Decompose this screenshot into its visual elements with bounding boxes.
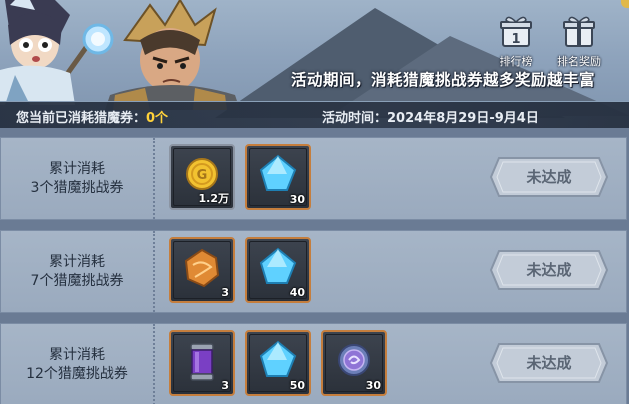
consumed-count-value: 0个 (146, 111, 169, 126)
event-time-label: 活动时间： (322, 111, 388, 126)
event-panel: 1 排行榜 排名奖励 活动期间，消耗猎魔挑战券越多奖励越丰富 您当前已消耗猎魔券… (0, 0, 629, 404)
claim-status-button[interactable]: 未达成 (489, 249, 609, 291)
reward-quantity: 40 (289, 286, 305, 299)
reward-item-slot[interactable]: G 1.2万 (169, 144, 235, 210)
tier-condition: 累计消耗 7个猎魔挑战券 (1, 231, 155, 312)
reward-quantity: 3 (221, 286, 229, 299)
event-time-value: 2024年8月29日-9月4日 (387, 111, 539, 126)
svg-text:G: G (197, 168, 208, 183)
event-slogan: 活动期间，消耗猎魔挑战券越多奖励越丰富 (290, 71, 595, 89)
claim-status-button[interactable]: 未达成 (489, 342, 609, 384)
reward-item-slot[interactable]: 3 (169, 330, 235, 396)
rank-reward-button-label: 排名奖励 (557, 55, 601, 68)
reward-item-slot[interactable]: 3 (169, 237, 235, 303)
reward-tier-row: 累计消耗 7个猎魔挑战券 3 40 未达成 (0, 230, 627, 313)
tier-condition-line2: 7个猎魔挑战券 (30, 272, 124, 289)
ranking-gift-icon: 1 (500, 16, 532, 47)
consumed-count: 您当前已消耗猎魔券：0个 (16, 107, 168, 126)
reward-tier-row: 累计消耗 3个猎魔挑战券 G 1.2万 30 未达成 (0, 137, 627, 220)
tier-condition-line2: 3个猎魔挑战券 (30, 179, 124, 196)
tier-condition-line1: 累计消耗 (49, 160, 105, 177)
rank-reward-button[interactable]: 排名奖励 (554, 14, 604, 70)
reward-item-slot[interactable]: 50 (245, 330, 311, 396)
claim-status-label: 未达成 (526, 261, 572, 279)
tier-condition: 累计消耗 12个猎魔挑战券 (1, 324, 155, 404)
tier-condition-line2: 12个猎魔挑战券 (26, 365, 128, 382)
ranking-button-label: 排行榜 (499, 55, 533, 68)
claim-status-label: 未达成 (526, 354, 572, 372)
reward-item-slot[interactable]: 30 (245, 144, 311, 210)
reward-gift-icon (563, 16, 595, 47)
claim-status-label: 未达成 (526, 168, 572, 186)
reward-item-slot[interactable]: 40 (245, 237, 311, 303)
corner-ornament (621, 0, 629, 8)
reward-quantity: 3 (221, 379, 229, 392)
reward-quantity: 50 (289, 379, 305, 392)
ranking-button[interactable]: 1 排行榜 (491, 14, 541, 70)
reward-quantity: 1.2万 (198, 192, 230, 205)
tier-condition-line1: 累计消耗 (49, 346, 105, 363)
reward-quantity: 30 (365, 379, 381, 392)
reward-tier-row: 累计消耗 12个猎魔挑战券 3 50 30 未达成 (0, 323, 627, 404)
svg-text:1: 1 (511, 32, 520, 47)
consumed-count-label: 您当前已消耗猎魔券： (16, 111, 147, 126)
reward-quantity: 30 (289, 193, 305, 206)
event-info-bar: 您当前已消耗猎魔券：0个 活动时间：2024年8月29日-9月4日 (0, 101, 629, 128)
event-banner: 1 排行榜 排名奖励 活动期间，消耗猎魔挑战券越多奖励越丰富 您当前已消耗猎魔券… (0, 0, 629, 128)
reward-item-slot[interactable]: 30 (321, 330, 387, 396)
tier-condition-line1: 累计消耗 (49, 253, 105, 270)
claim-status-button[interactable]: 未达成 (489, 156, 609, 198)
tier-condition: 累计消耗 3个猎魔挑战券 (1, 138, 155, 219)
event-time: 活动时间：2024年8月29日-9月4日 (322, 107, 539, 126)
